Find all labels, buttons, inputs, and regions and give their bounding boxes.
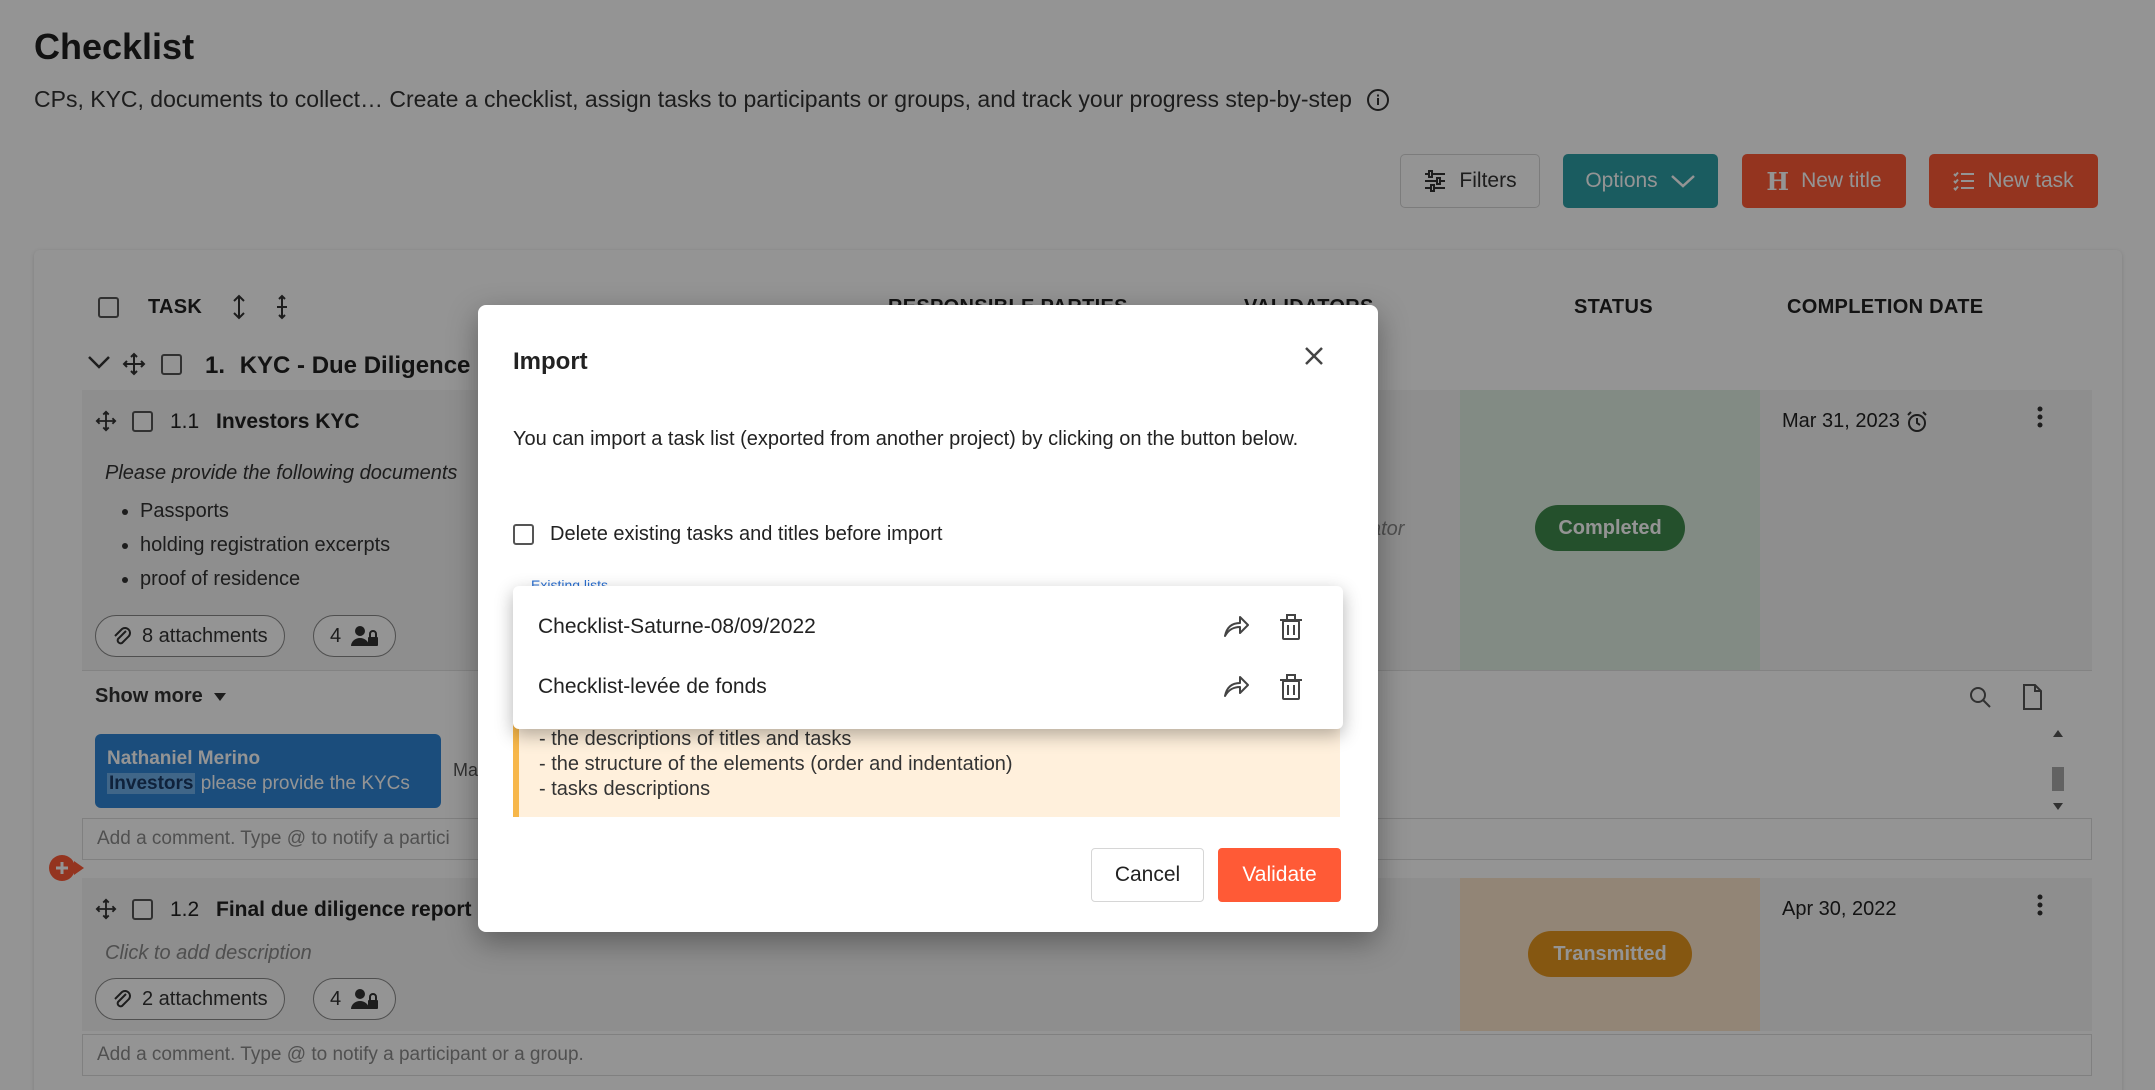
- delete-existing-label: Delete existing tasks and titles before …: [550, 523, 943, 545]
- existing-lists-dropdown: Checklist-Saturne-08/09/2022 Checklist-l…: [513, 586, 1343, 729]
- import-info-box: - the descriptions of titles and tasks -…: [513, 719, 1340, 817]
- delete-existing-checkbox[interactable]: [513, 524, 534, 545]
- share-icon[interactable]: [1221, 672, 1251, 702]
- validate-button[interactable]: Validate: [1218, 848, 1341, 902]
- info-line: - tasks descriptions: [539, 778, 711, 800]
- info-line: - the descriptions of titles and tasks: [539, 728, 852, 750]
- list-item[interactable]: Checklist-levée de fonds: [513, 657, 1343, 717]
- modal-title: Import: [513, 348, 588, 375]
- delete-existing-option[interactable]: Delete existing tasks and titles before …: [513, 523, 942, 546]
- trash-icon[interactable]: [1276, 612, 1306, 642]
- list-item[interactable]: Checklist-Saturne-08/09/2022: [513, 597, 1343, 657]
- list-item-label: Checklist-levée de fonds: [538, 675, 767, 698]
- info-line: - the structure of the elements (order a…: [539, 753, 1013, 775]
- modal-description: You can import a task list (exported fro…: [513, 428, 1299, 450]
- close-icon[interactable]: [1298, 340, 1330, 372]
- list-item-label: Checklist-Saturne-08/09/2022: [538, 615, 816, 638]
- cancel-button[interactable]: Cancel: [1091, 848, 1204, 902]
- trash-icon[interactable]: [1276, 672, 1306, 702]
- share-icon[interactable]: [1221, 612, 1251, 642]
